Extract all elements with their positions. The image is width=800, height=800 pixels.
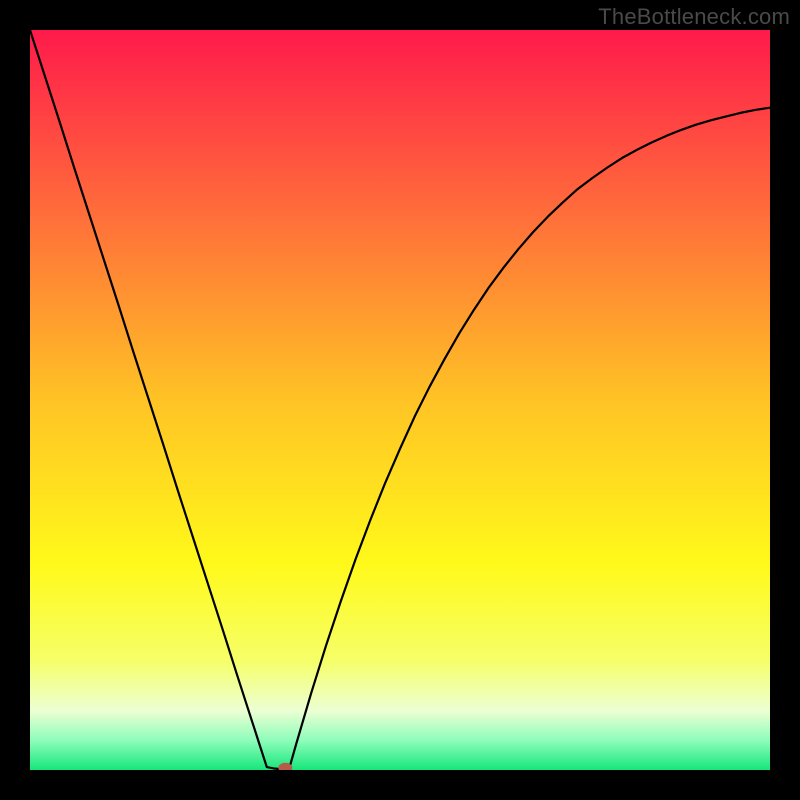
chart-frame: TheBottleneck.com <box>0 0 800 800</box>
watermark-text: TheBottleneck.com <box>598 4 790 30</box>
gradient-background <box>30 30 770 770</box>
chart-svg <box>30 30 770 770</box>
plot-area <box>30 30 770 770</box>
